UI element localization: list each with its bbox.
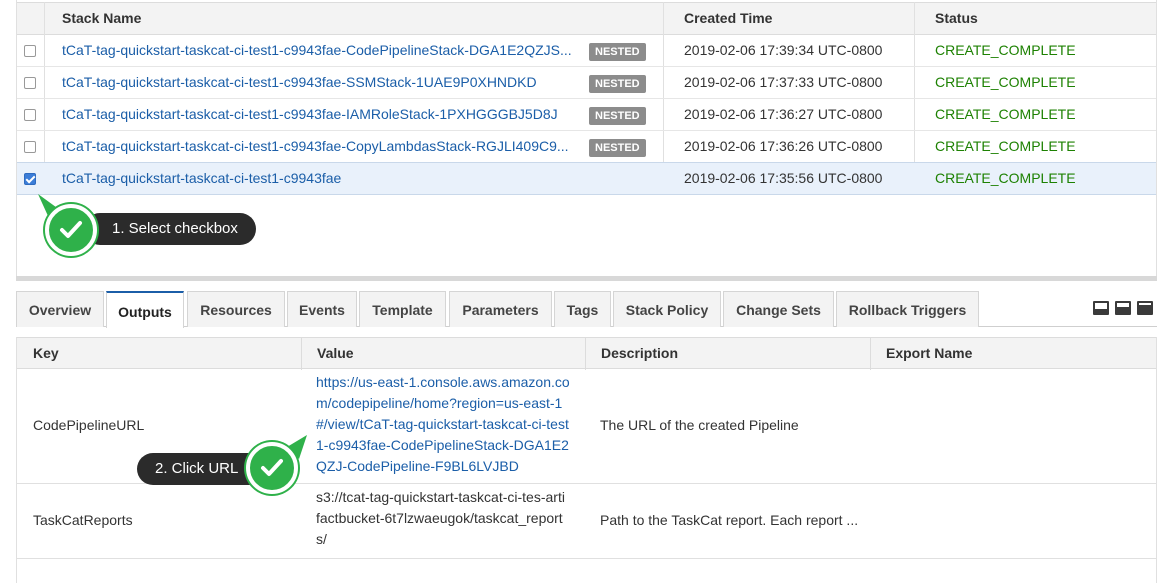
layout-maximize-icon[interactable] bbox=[1137, 301, 1153, 315]
value-line: s/ bbox=[316, 531, 327, 547]
tab-bar: Overview Outputs Resources Events Templa… bbox=[16, 291, 1157, 328]
column-header-export-name[interactable]: Export Name bbox=[886, 338, 972, 368]
row-checkbox[interactable] bbox=[24, 45, 36, 57]
value-line[interactable]: https://us-east-1.console.aws.amazon.co bbox=[316, 372, 584, 393]
step1-callout: 1. Select checkbox bbox=[84, 213, 256, 245]
column-divider bbox=[585, 338, 586, 370]
column-header-description[interactable]: Description bbox=[601, 338, 678, 368]
stack-name-link[interactable]: tCaT-tag-quickstart-taskcat-ci-test1-c99… bbox=[62, 35, 592, 66]
column-header-status[interactable]: Status bbox=[935, 3, 978, 34]
output-value-url-link[interactable]: https://us-east-1.console.aws.amazon.co … bbox=[316, 372, 584, 477]
output-key: CodePipelineURL bbox=[33, 417, 145, 433]
column-header-created-time[interactable]: Created Time bbox=[684, 3, 772, 34]
value-line[interactable]: QZJ-CodePipeline-F9BL6LVJBD bbox=[316, 456, 584, 477]
created-time: 2019-02-06 17:39:34 UTC-0800 bbox=[684, 42, 883, 58]
layout-half-icon[interactable] bbox=[1115, 301, 1131, 315]
stack-row[interactable]: tCaT-tag-quickstart-taskcat-ci-test1-c99… bbox=[17, 35, 1156, 67]
status-text: CREATE_COMPLETE bbox=[935, 74, 1076, 90]
stack-row[interactable]: tCaT-tag-quickstart-taskcat-ci-test1-c99… bbox=[17, 99, 1156, 131]
tab-outputs[interactable]: Outputs bbox=[106, 291, 184, 328]
created-time: 2019-02-06 17:35:56 UTC-0800 bbox=[684, 170, 883, 186]
tab-overview[interactable]: Overview bbox=[16, 291, 104, 327]
value-line[interactable]: 1-c9943fae-CodePipelineStack-DGA1E2 bbox=[316, 435, 584, 456]
row-checkbox[interactable] bbox=[24, 141, 36, 153]
tab-template[interactable]: Template bbox=[359, 291, 446, 327]
created-time: 2019-02-06 17:36:27 UTC-0800 bbox=[684, 106, 883, 122]
panel-divider[interactable] bbox=[16, 276, 1157, 281]
output-row: TaskCatReports s3://tcat-tag-quickstart-… bbox=[17, 484, 1156, 559]
tab-resources[interactable]: Resources bbox=[187, 291, 285, 327]
outputs-table-header: Key Value Description Export Name bbox=[17, 337, 1156, 370]
nested-badge: NESTED bbox=[589, 107, 646, 125]
nested-badge: NESTED bbox=[589, 75, 646, 93]
stack-name-link[interactable]: tCaT-tag-quickstart-taskcat-ci-test1-c99… bbox=[62, 163, 592, 194]
checkmark-icon bbox=[246, 442, 298, 494]
value-line[interactable]: #/view/tCaT-tag-quickstart-taskcat-ci-te… bbox=[316, 414, 584, 435]
stack-row-selected[interactable]: tCaT-tag-quickstart-taskcat-ci-test1-c99… bbox=[17, 162, 1156, 195]
status-text: CREATE_COMPLETE bbox=[935, 170, 1076, 186]
status-text: CREATE_COMPLETE bbox=[935, 138, 1076, 154]
tab-rollback-triggers[interactable]: Rollback Triggers bbox=[836, 291, 979, 327]
value-line[interactable]: m/codepipeline/home?region=us-east-1 bbox=[316, 393, 584, 414]
stack-row[interactable]: tCaT-tag-quickstart-taskcat-ci-test1-c99… bbox=[17, 131, 1156, 163]
tab-events[interactable]: Events bbox=[287, 291, 357, 327]
stack-name-link[interactable]: tCaT-tag-quickstart-taskcat-ci-test1-c99… bbox=[62, 131, 592, 162]
row-checkbox[interactable] bbox=[24, 109, 36, 121]
tab-tags[interactable]: Tags bbox=[554, 291, 611, 327]
tab-change-sets[interactable]: Change Sets bbox=[723, 291, 834, 327]
value-line: factbucket-6t7lzwaeugok/taskcat_report bbox=[316, 510, 563, 526]
nested-badge: NESTED bbox=[589, 139, 646, 157]
value-line: s3://tcat-tag-quickstart-taskcat-ci-tes-… bbox=[316, 489, 565, 505]
column-header-key[interactable]: Key bbox=[33, 338, 59, 368]
column-divider bbox=[301, 338, 302, 370]
status-text: CREATE_COMPLETE bbox=[935, 106, 1076, 122]
stack-name-link[interactable]: tCaT-tag-quickstart-taskcat-ci-test1-c99… bbox=[62, 67, 592, 98]
checkmark-icon bbox=[45, 204, 97, 256]
output-key: TaskCatReports bbox=[33, 512, 133, 528]
column-header-value[interactable]: Value bbox=[317, 338, 354, 368]
column-divider bbox=[870, 338, 871, 370]
layout-split-icon[interactable] bbox=[1093, 301, 1109, 315]
stack-name-link[interactable]: tCaT-tag-quickstart-taskcat-ci-test1-c99… bbox=[62, 99, 592, 130]
tab-stack-policy[interactable]: Stack Policy bbox=[613, 291, 721, 327]
nested-badge: NESTED bbox=[589, 43, 646, 61]
stacks-table-header: Stack Name Created Time Status bbox=[17, 2, 1156, 35]
row-checkbox[interactable] bbox=[24, 77, 36, 89]
column-header-stack-name[interactable]: Stack Name bbox=[62, 3, 141, 34]
created-time: 2019-02-06 17:37:33 UTC-0800 bbox=[684, 74, 883, 90]
status-text: CREATE_COMPLETE bbox=[935, 42, 1076, 58]
output-description: The URL of the created Pipeline bbox=[600, 417, 799, 433]
row-checkbox-checked[interactable] bbox=[24, 173, 36, 185]
stack-row[interactable]: tCaT-tag-quickstart-taskcat-ci-test1-c99… bbox=[17, 67, 1156, 99]
output-description: Path to the TaskCat report. Each report … bbox=[600, 512, 859, 528]
panel-layout-controls bbox=[1093, 301, 1153, 315]
created-time: 2019-02-06 17:36:26 UTC-0800 bbox=[684, 138, 883, 154]
output-value: s3://tcat-tag-quickstart-taskcat-ci-tes-… bbox=[316, 487, 584, 550]
tab-parameters[interactable]: Parameters bbox=[449, 291, 552, 327]
